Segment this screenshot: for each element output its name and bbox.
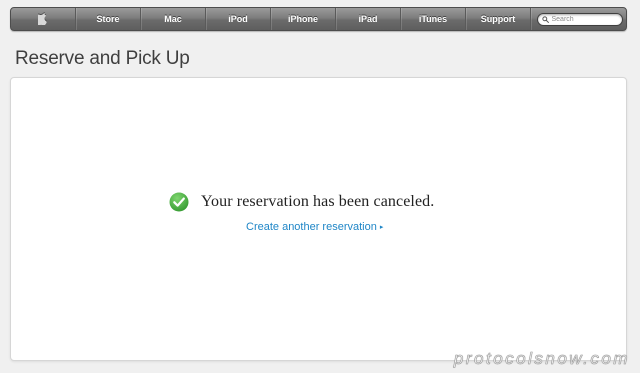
search-box[interactable] — [536, 12, 623, 26]
create-another-reservation-link[interactable]: Create another reservation ▸ — [246, 221, 383, 233]
checkmark-icon — [169, 192, 189, 212]
nav-item-support[interactable]: Support — [466, 8, 531, 30]
apple-logo-icon[interactable] — [11, 8, 76, 30]
global-nav: Store Mac iPod iPhone iPad iTunes Suppor… — [10, 7, 627, 31]
nav-item-mac[interactable]: Mac — [141, 8, 206, 30]
nav-item-iphone[interactable]: iPhone — [271, 8, 336, 30]
nav-item-ipod[interactable]: iPod — [206, 8, 271, 30]
page-title: Reserve and Pick Up — [15, 48, 190, 69]
content-panel: Your reservation has been canceled. Crea… — [10, 77, 627, 361]
confirmation-text: Your reservation has been canceled. — [201, 193, 435, 210]
confirmation-message: Your reservation has been canceled. — [169, 192, 434, 212]
arrow-right-icon: ▸ — [379, 224, 384, 231]
nav-item-ipad[interactable]: iPad — [336, 8, 401, 30]
search-container — [533, 8, 626, 30]
watermark: protocolsnow.com — [453, 349, 630, 369]
nav-item-store[interactable]: Store — [76, 8, 141, 30]
create-link-label: Create another reservation — [246, 221, 377, 233]
search-input[interactable] — [548, 13, 620, 25]
nav-item-itunes[interactable]: iTunes — [401, 8, 466, 30]
apple-logo-shape — [38, 13, 47, 25]
search-icon — [541, 15, 549, 23]
